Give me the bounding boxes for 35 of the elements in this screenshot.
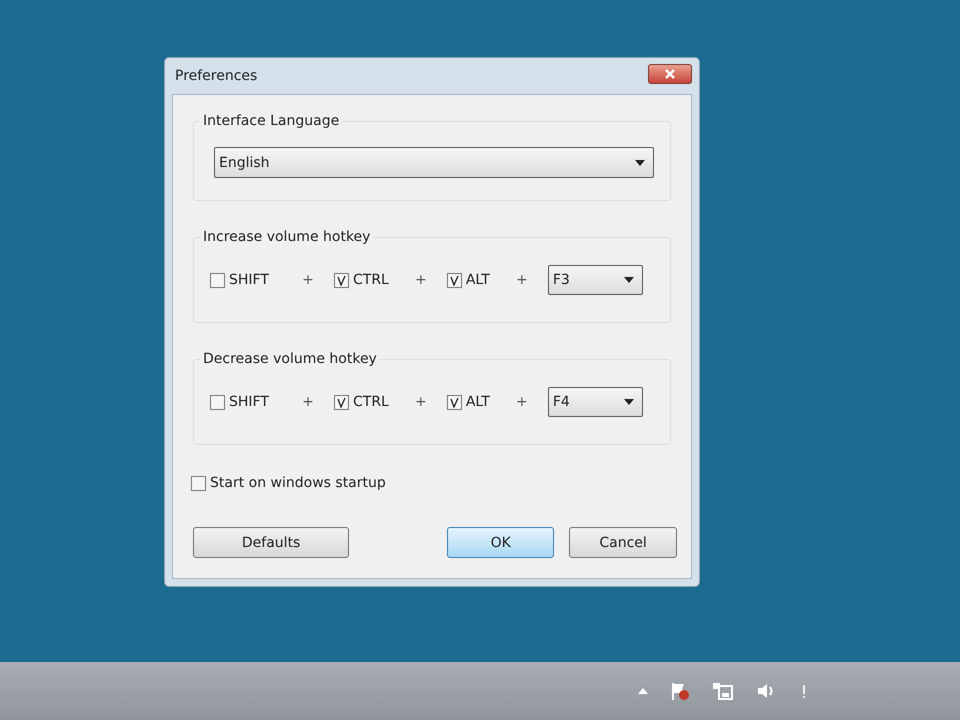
close-button[interactable] [648,64,692,84]
dialog-button[interactable]: Cancel [569,527,677,558]
language-dropdown[interactable]: English [214,147,654,178]
check-icon [336,274,347,286]
dropdown-arrow-icon [624,277,634,283]
group-label: Decrease volume hotkey [200,351,380,367]
modifier-checkbox[interactable]: ALT [446,394,490,410]
plus-sign: + [515,394,529,410]
plus-sign: + [414,272,428,288]
key-dropdown[interactable]: F4 [548,387,643,417]
modifier-checkbox[interactable]: SHIFT [210,272,276,288]
close-icon [664,69,676,79]
check-icon [336,396,347,408]
network-icon[interactable] [712,681,734,701]
dropdown-arrow-icon [624,399,634,405]
plus-sign: + [301,272,315,288]
plus-sign: + [301,394,315,410]
check-icon [448,396,460,408]
modifier-checkbox[interactable]: ALT [446,272,490,288]
plus-sign: + [414,394,428,410]
window-title: Preferences [174,68,258,84]
modifier-checkbox[interactable]: CTRL [334,272,389,288]
group-label: Interface Language [200,113,342,129]
group-label: Increase volume hotkey [200,229,374,245]
flag-icon[interactable] [670,681,690,701]
key-dropdown[interactable]: F3 [548,265,643,295]
caret-up-icon[interactable] [638,688,648,694]
dialog-button[interactable]: OK [447,527,554,558]
plus-sign: + [515,272,529,288]
dropdown-arrow-icon [635,160,645,166]
check-icon [448,274,460,286]
modifier-checkbox[interactable]: SHIFT [210,394,276,410]
startup-checkbox[interactable]: Start on windows startup [191,475,677,491]
dialog-button[interactable]: Defaults [193,527,350,558]
modifier-checkbox[interactable]: CTRL [334,394,389,410]
